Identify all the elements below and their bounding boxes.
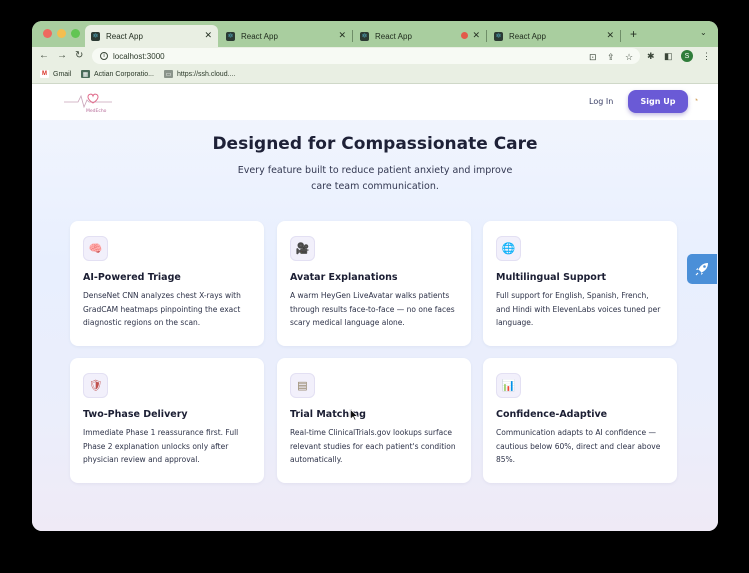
page-title: Designed for Compassionate Care: [212, 134, 538, 154]
translate-icon[interactable]: ◔: [693, 95, 698, 105]
mouse-cursor: [350, 409, 358, 421]
feature-description: A warm HeyGen LiveAvatar walks patients …: [290, 291, 455, 327]
close-icon[interactable]: ✕: [606, 30, 614, 41]
ssh-icon: ▭: [164, 70, 173, 78]
feature-title: Confidence-Adaptive: [496, 409, 608, 420]
bookmark-actian[interactable]: ▦ Actian Corporatio...: [81, 70, 154, 78]
maximize-window-button[interactable]: [71, 29, 80, 38]
close-window-button[interactable]: [43, 29, 52, 38]
rocket-icon: [695, 263, 708, 276]
tab-title: React App: [375, 31, 412, 41]
feature-description: Immediate Phase 1 reassurance first. Ful…: [83, 428, 239, 464]
info-icon[interactable]: i: [100, 52, 108, 60]
shield-icon: 🛡: [83, 373, 108, 398]
medecho-logo[interactable]: MedEcho: [62, 89, 114, 115]
signup-button[interactable]: Sign Up: [628, 90, 688, 113]
feature-card: 📊 Confidence-Adaptive Communication adap…: [483, 358, 677, 483]
react-icon: ⚛: [91, 31, 100, 41]
feature-card: 🌐 Multilingual Support Full support for …: [483, 221, 677, 346]
floating-launch-button[interactable]: [687, 254, 717, 284]
feature-title: Avatar Explanations: [290, 272, 398, 283]
tab-3[interactable]: ⚛ React App ✕: [354, 25, 487, 47]
bookmark-label: https://ssh.cloud....: [177, 70, 236, 78]
bar-chart-icon: 📊: [496, 373, 521, 398]
feature-card: 🧠 AI-Powered Triage DenseNet CNN analyze…: [70, 221, 264, 346]
document-icon: ▤: [290, 373, 315, 398]
bookmarks-bar: M Gmail ▦ Actian Corporatio... ▭ https:/…: [32, 67, 718, 84]
bookmark-ssh[interactable]: ▭ https://ssh.cloud....: [164, 70, 235, 78]
tab-2[interactable]: ⚛ React App ✕: [220, 25, 353, 47]
feature-description: DenseNet CNN analyzes chest X-rays with …: [83, 291, 241, 327]
tab-title: React App: [509, 31, 546, 41]
bookmark-star-icon[interactable]: ☆: [625, 52, 633, 63]
tab-title: React App: [106, 31, 143, 41]
forward-icon[interactable]: →: [57, 50, 67, 61]
feature-card: ▤ Trial Matching Real-time ClinicalTrial…: [277, 358, 471, 483]
feature-card: 🛡 Two-Phase Delivery Immediate Phase 1 r…: [70, 358, 264, 483]
react-icon: ⚛: [360, 31, 369, 41]
gmail-icon: M: [40, 70, 49, 78]
new-tab-button[interactable]: +: [630, 27, 637, 41]
address-bar[interactable]: i localhost:3000 ⊡ ⇪ ☆: [92, 48, 640, 64]
actian-icon: ▦: [81, 70, 90, 78]
recording-icon: [461, 32, 468, 39]
share-icon[interactable]: ⇪: [607, 52, 615, 63]
tab-4[interactable]: ⚛ React App ✕: [488, 25, 621, 47]
close-icon[interactable]: ✕: [472, 30, 480, 41]
react-icon: ⚛: [494, 31, 503, 41]
feature-description: Real-time ClinicalTrials.gov lookups sur…: [290, 428, 456, 464]
tab-strip: ⚛ React App ✕ ⚛ React App ✕ ⚛ React App …: [32, 21, 718, 47]
feature-title: Two-Phase Delivery: [83, 409, 188, 420]
logo-text: MedEcho: [86, 108, 107, 114]
feature-title: AI-Powered Triage: [83, 272, 181, 283]
bookmark-label: Actian Corporatio...: [94, 70, 154, 78]
back-icon[interactable]: ←: [39, 50, 49, 61]
react-icon: ⚛: [226, 31, 235, 41]
close-icon[interactable]: ✕: [204, 30, 212, 41]
feature-description: Communication adapts to AI confidence — …: [496, 428, 661, 464]
address-text: localhost:3000: [113, 51, 165, 61]
browser-toolbar: ← → ↻ i localhost:3000 ⊡ ⇪ ☆ ✱ ◧ S ⋮: [32, 47, 718, 67]
camera-icon: 🎥: [290, 236, 315, 261]
side-panel-icon[interactable]: ◧: [664, 51, 673, 62]
menu-icon[interactable]: ⋮: [702, 51, 711, 62]
install-icon[interactable]: ⊡: [589, 52, 597, 63]
globe-icon: 🌐: [496, 236, 521, 261]
tab-search-icon[interactable]: ⌄: [700, 28, 707, 37]
tab-separator: [352, 30, 353, 42]
page-content: MedEcho Log In Sign Up ◔ Designed for Co…: [32, 84, 718, 531]
reload-icon[interactable]: ↻: [75, 50, 83, 61]
browser-window: ⚛ React App ✕ ⚛ React App ✕ ⚛ React App …: [32, 21, 718, 531]
feature-title: Multilingual Support: [496, 272, 607, 283]
profile-avatar[interactable]: S: [681, 50, 693, 62]
feature-card: 🎥 Avatar Explanations A warm HeyGen Live…: [277, 221, 471, 346]
bookmark-gmail[interactable]: M Gmail: [40, 70, 71, 78]
tab-separator: [620, 30, 621, 42]
bookmark-label: Gmail: [53, 70, 72, 78]
tab-title: React App: [241, 31, 278, 41]
tab-separator: [486, 30, 487, 42]
brain-icon: 🧠: [83, 236, 108, 261]
close-icon[interactable]: ✕: [338, 30, 346, 41]
tab-1[interactable]: ⚛ React App ✕: [85, 25, 218, 47]
feature-description: Full support for English, Spanish, Frenc…: [496, 291, 661, 327]
login-link[interactable]: Log In: [589, 97, 613, 106]
page-subtitle: Every feature built to reduce patient an…: [237, 165, 513, 192]
minimize-window-button[interactable]: [57, 29, 66, 38]
heart-pulse-icon: MedEcho: [64, 93, 112, 114]
extensions-icon[interactable]: ✱: [647, 51, 655, 62]
app-header: MedEcho Log In Sign Up ◔: [32, 84, 718, 120]
